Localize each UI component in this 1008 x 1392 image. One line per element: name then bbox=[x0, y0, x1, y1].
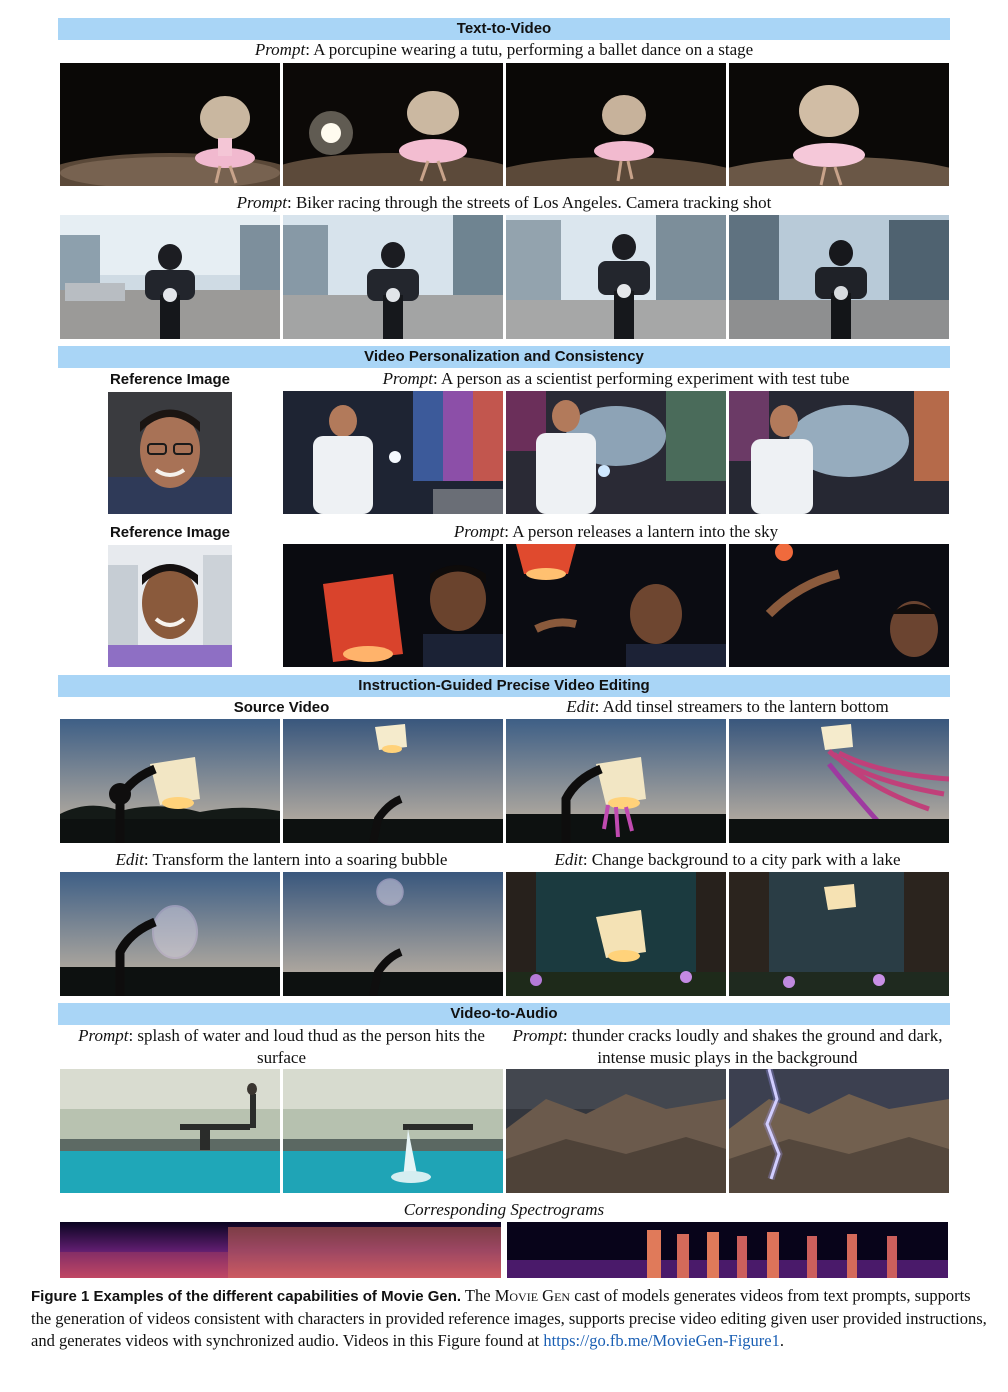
spectrograms-label: Corresponding Spectrograms bbox=[403, 1200, 605, 1219]
video-frame-tinsel-2 bbox=[729, 719, 949, 843]
video-frame-splash-2 bbox=[283, 1069, 503, 1193]
figure-link[interactable]: https://go.fb.me/MovieGen-Figure1 bbox=[543, 1331, 779, 1350]
caption-splash: Prompt: splash of water and loud thud as… bbox=[60, 1025, 503, 1069]
video-frame-scientist-2 bbox=[506, 391, 726, 514]
caption-text: : Transform the lantern into a soaring b… bbox=[143, 850, 448, 869]
video-frame-bubble-2 bbox=[283, 872, 503, 996]
edit-label: Edit bbox=[115, 850, 144, 869]
model-name: Movie Gen bbox=[494, 1286, 571, 1305]
video-frame-source-2 bbox=[283, 719, 503, 843]
caption-tinsel: Edit: Add tinsel streamers to the lanter… bbox=[506, 697, 949, 717]
figure-label: Figure 1 Examples of the different capab… bbox=[31, 1288, 462, 1305]
edit-label: Edit bbox=[566, 697, 595, 716]
video-frame-lantern-2 bbox=[506, 544, 726, 667]
caption-thunder: Prompt: thunder cracks loudly and shakes… bbox=[506, 1025, 949, 1069]
caption-porcupine: Prompt: A porcupine wearing a tutu, perf… bbox=[58, 40, 950, 60]
caption-text: : splash of water and loud thud as the p… bbox=[128, 1026, 485, 1067]
spectrograms-caption: Corresponding Spectrograms bbox=[58, 1200, 950, 1220]
section-header-personalization: Video Personalization and Consistency bbox=[58, 346, 950, 368]
caption-text-3: . bbox=[779, 1331, 785, 1350]
video-frame-scientist-1 bbox=[283, 391, 503, 514]
reference-image-label-1: Reference Image bbox=[109, 371, 231, 388]
prompt-label: Prompt bbox=[236, 193, 287, 212]
video-frame-biker-1 bbox=[60, 215, 280, 339]
section-header-video-to-audio: Video-to-Audio bbox=[58, 1003, 950, 1025]
caption-text: : Add tinsel streamers to the lantern bo… bbox=[594, 697, 889, 716]
video-frame-bubble-1 bbox=[60, 872, 280, 996]
source-video-label: Source Video bbox=[233, 699, 330, 716]
section-header-editing: Instruction-Guided Precise Video Editing bbox=[58, 675, 950, 697]
caption-text: : Change background to a city park with … bbox=[582, 850, 901, 869]
caption-scientist: Prompt: A person as a scientist performi… bbox=[283, 369, 949, 389]
video-frame-porcupine-3 bbox=[506, 63, 726, 186]
reference-image-man-glasses bbox=[108, 392, 232, 514]
reference-image-smiling-man bbox=[108, 545, 232, 667]
caption-park: Edit: Change background to a city park w… bbox=[506, 850, 949, 870]
spectrogram-thunder bbox=[507, 1222, 948, 1278]
figure-caption: Figure 1 Examples of the different capab… bbox=[31, 1285, 991, 1352]
spectrogram-splash bbox=[60, 1222, 501, 1278]
prompt-label: Prompt bbox=[254, 40, 306, 59]
video-frame-porcupine-1 bbox=[60, 63, 280, 186]
video-frame-tinsel-1 bbox=[506, 719, 726, 843]
video-frame-lantern-1 bbox=[283, 544, 503, 667]
video-frame-scientist-3 bbox=[729, 391, 949, 514]
caption-text-1: The bbox=[461, 1286, 495, 1305]
caption-text: : A person releases a lantern into the s… bbox=[504, 522, 779, 541]
video-frame-biker-4 bbox=[729, 215, 949, 339]
caption-lantern: Prompt: A person releases a lantern into… bbox=[283, 522, 949, 542]
section-header-text-to-video: Text-to-Video bbox=[58, 18, 950, 40]
video-frame-source-1 bbox=[60, 719, 280, 843]
video-frame-park-2 bbox=[729, 872, 949, 996]
video-frame-biker-2 bbox=[283, 215, 503, 339]
prompt-label: Prompt bbox=[78, 1026, 129, 1045]
edit-label: Edit bbox=[554, 850, 583, 869]
video-frame-park-1 bbox=[506, 872, 726, 996]
video-frame-biker-3 bbox=[506, 215, 726, 339]
reference-image-label-2: Reference Image bbox=[109, 524, 231, 541]
caption-biker: Prompt: Biker racing through the streets… bbox=[58, 193, 950, 213]
prompt-label: Prompt bbox=[382, 369, 433, 388]
prompt-label: Prompt bbox=[453, 522, 505, 541]
video-frame-splash-1 bbox=[60, 1069, 280, 1193]
video-frame-lantern-3 bbox=[729, 544, 949, 667]
caption-text: : Biker racing through the streets of Lo… bbox=[286, 193, 772, 212]
video-frame-thunder-1 bbox=[506, 1069, 726, 1193]
caption-text: : thunder cracks loudly and shakes the g… bbox=[562, 1026, 943, 1067]
caption-bubble: Edit: Transform the lantern into a soari… bbox=[60, 850, 503, 870]
prompt-label: Prompt bbox=[512, 1026, 563, 1045]
video-frame-thunder-2 bbox=[729, 1069, 949, 1193]
caption-text: : A person as a scientist performing exp… bbox=[432, 369, 850, 388]
video-frame-porcupine-4 bbox=[729, 63, 949, 186]
caption-text: : A porcupine wearing a tutu, performing… bbox=[305, 40, 754, 59]
video-frame-porcupine-2 bbox=[283, 63, 503, 186]
